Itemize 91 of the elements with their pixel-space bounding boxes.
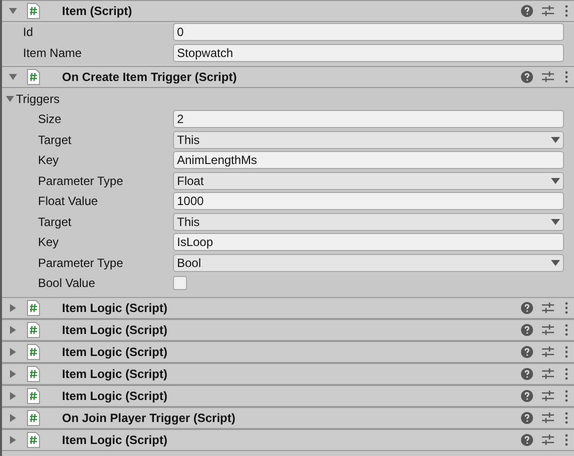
component-header[interactable]: Item Logic (Script) <box>2 384 574 406</box>
help-icon[interactable] <box>521 324 533 336</box>
component-title: On Create Item Trigger (Script) <box>62 69 238 86</box>
expand-arrow-icon[interactable] <box>9 436 17 444</box>
settings-sliders-icon[interactable] <box>542 302 554 314</box>
help-icon[interactable] <box>521 302 533 314</box>
field-label: Parameter Type <box>37 172 124 190</box>
component-header[interactable]: Item Logic (Script) <box>2 428 574 450</box>
dropdown-field[interactable]: This <box>173 212 564 231</box>
help-icon[interactable] <box>521 346 533 358</box>
field-label: Target <box>37 214 72 231</box>
script-icon <box>27 322 40 338</box>
field-label: Size <box>37 111 62 128</box>
field-label: Target <box>37 132 72 149</box>
collapse-arrow-icon[interactable] <box>9 73 17 81</box>
help-icon[interactable] <box>521 434 533 446</box>
help-icon[interactable] <box>521 390 533 402</box>
collapse-arrow-icon[interactable] <box>9 7 17 15</box>
component-header[interactable]: On Join Player Trigger (Script) <box>2 406 574 428</box>
component-title: Item Logic (Script) <box>62 432 168 448</box>
checkbox[interactable] <box>173 276 187 290</box>
script-icon <box>27 410 40 426</box>
settings-sliders-icon[interactable] <box>542 390 554 402</box>
settings-sliders-icon[interactable] <box>542 324 554 336</box>
field-label: Bool Value <box>37 275 96 292</box>
expand-arrow-icon[interactable] <box>9 304 17 312</box>
text-field[interactable]: IsLoop <box>173 233 564 252</box>
component-title: Item Logic (Script) <box>62 344 168 360</box>
expand-arrow-icon[interactable] <box>9 392 17 400</box>
settings-sliders-icon[interactable] <box>542 5 554 17</box>
expand-arrow-icon[interactable] <box>9 370 17 378</box>
help-icon[interactable] <box>521 412 533 424</box>
text-field[interactable]: 0 <box>173 23 564 42</box>
help-icon[interactable] <box>521 368 533 380</box>
settings-sliders-icon[interactable] <box>542 71 554 83</box>
field-label: Item Name <box>22 44 83 62</box>
component-title: Item Logic (Script) <box>62 388 168 404</box>
component-header[interactable]: Item (Script) <box>2 0 574 22</box>
collapse-arrow-icon[interactable] <box>6 94 14 102</box>
field-label: Key <box>37 234 60 252</box>
script-icon <box>27 69 40 85</box>
component-header[interactable]: Item Logic (Script) <box>2 340 574 362</box>
more-options-icon[interactable] <box>565 346 568 358</box>
more-options-icon[interactable] <box>565 324 568 336</box>
component-header[interactable]: Item Logic (Script) <box>2 296 574 318</box>
component-title: On Join Player Trigger (Script) <box>62 410 236 426</box>
component-title: Item Logic (Script) <box>62 366 168 382</box>
settings-sliders-icon[interactable] <box>542 434 554 446</box>
field-label: Float Value <box>37 193 99 210</box>
more-options-icon[interactable] <box>565 412 568 424</box>
text-field[interactable]: AnimLengthMs <box>173 151 564 170</box>
help-icon[interactable] <box>521 71 533 83</box>
dropdown-arrow-icon <box>551 260 560 266</box>
script-icon <box>27 300 40 316</box>
expand-arrow-icon[interactable] <box>9 414 17 422</box>
field-label: Parameter Type <box>37 254 124 272</box>
more-options-icon[interactable] <box>565 434 568 446</box>
text-field[interactable]: Stopwatch <box>173 44 564 62</box>
help-icon[interactable] <box>521 5 533 17</box>
field-label: Key <box>37 152 60 170</box>
dropdown-arrow-icon <box>551 178 560 184</box>
more-options-icon[interactable] <box>565 390 568 402</box>
more-options-icon[interactable] <box>565 368 568 380</box>
more-options-icon[interactable] <box>565 302 568 314</box>
component-header[interactable]: On Create Item Trigger (Script) <box>2 66 574 88</box>
component-title: Item Logic (Script) <box>62 322 168 338</box>
script-icon <box>27 3 40 19</box>
script-icon <box>27 388 40 404</box>
dropdown-field[interactable]: Bool <box>173 254 564 272</box>
dropdown-field[interactable]: This <box>173 130 564 149</box>
expand-arrow-icon[interactable] <box>9 326 17 334</box>
settings-sliders-icon[interactable] <box>542 412 554 424</box>
script-icon <box>27 432 40 448</box>
component-title: Item (Script) <box>62 3 134 20</box>
more-options-icon[interactable] <box>565 5 568 17</box>
script-icon <box>27 344 40 360</box>
field-label: Id <box>22 24 34 42</box>
more-options-icon[interactable] <box>565 71 568 83</box>
script-icon <box>27 366 40 382</box>
expand-arrow-icon[interactable] <box>9 348 17 356</box>
component-header[interactable]: Item Logic (Script) <box>2 318 574 340</box>
component-header[interactable]: Item Logic (Script) <box>2 362 574 384</box>
dropdown-arrow-icon <box>551 136 560 143</box>
foldout-label[interactable]: Triggers <box>16 90 60 108</box>
settings-sliders-icon[interactable] <box>542 368 554 380</box>
text-field[interactable]: 1000 <box>173 192 564 210</box>
dropdown-field[interactable]: Float <box>173 172 564 190</box>
component-title: Item Logic (Script) <box>62 300 168 316</box>
dropdown-arrow-icon <box>551 218 560 225</box>
text-field[interactable]: 2 <box>173 110 564 128</box>
settings-sliders-icon[interactable] <box>542 346 554 358</box>
